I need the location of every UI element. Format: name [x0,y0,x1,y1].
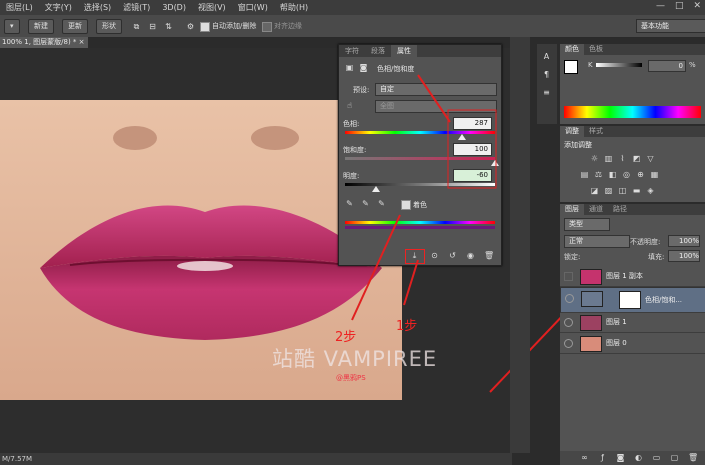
black-white-icon[interactable]: ◧ [608,170,617,179]
layer-thumbnail [580,336,602,352]
hue-sat-icon[interactable]: ▤ [580,170,589,179]
layers-footer: ∞ ƒ ◙ ◐ ▭ ▢ 🗑 [560,451,705,465]
color-balance-icon[interactable]: ⚖ [594,170,603,179]
visibility-toggle[interactable] [564,272,573,281]
adjustments-title: 添加调整 [564,141,592,149]
layer-row[interactable]: 色相/饱和... [560,287,705,313]
opacity-input[interactable]: 100% [668,235,700,247]
properties-panel-icon[interactable]: ≡ [542,88,551,97]
levels-icon[interactable]: ▥ [604,154,613,163]
arrow-step1 [403,259,419,306]
layer-kind-filter[interactable]: 类型 [564,218,610,231]
panel-dock-strip [510,37,530,453]
percent-label: % [689,61,696,69]
layer-row[interactable]: 图层 1 [560,312,705,333]
trash-icon[interactable]: 🗑 [688,453,698,462]
layer-name[interactable]: 图层 1 [606,317,627,327]
invert-icon[interactable]: ◪ [590,186,599,195]
color-panel: 颜色 色板 K 0 % [560,44,705,124]
fill-label: 填充: [648,253,665,261]
brightness-icon[interactable]: ☼ [590,154,599,163]
fill-input[interactable]: 100% [668,250,700,262]
eye-icon[interactable] [565,294,574,303]
layer-name[interactable]: 图层 1 副本 [606,271,643,281]
tab-styles[interactable]: 样式 [584,126,608,137]
tab-paths[interactable]: 路径 [608,204,632,215]
layer-name[interactable]: 色相/饱和... [645,295,682,306]
blend-mode-select[interactable]: 正常 [564,235,630,248]
gradient-map-icon[interactable]: ▬ [632,186,641,195]
layer-row[interactable]: 图层 0 [560,333,705,354]
add-mask-icon[interactable]: ◙ [616,453,625,462]
tab-layers[interactable]: 图层 [560,204,584,215]
adjustments-panel: 调整 样式 添加调整 ☼ ▥ ⌇ ◩ ▽ ▤ ⚖ ◧ ◎ ⊕ ▦ ◪ ▨ ◫ ▬… [560,126,705,202]
new-adjustment-icon[interactable]: ◐ [634,453,643,462]
layer-thumbnail [580,315,602,331]
arrow-to-hue [417,74,451,123]
foreground-swatch[interactable] [564,60,578,74]
vibrance-icon[interactable]: ▽ [646,154,655,163]
layers-panel: 图层 通道 路径 类型 正常 不透明度: 100% 锁定: 填充: 100% 图… [560,204,705,465]
link-icon[interactable]: ∞ [580,453,589,462]
photo-filter-icon[interactable]: ◎ [622,170,631,179]
k-label: K [588,61,593,69]
opacity-label: 不透明度: [630,238,661,246]
new-group-icon[interactable]: ▭ [652,453,661,462]
collapsed-panel-strip: A ¶ ≡ [537,44,557,124]
tab-channels[interactable]: 通道 [584,204,608,215]
arrow-step2 [351,214,401,321]
selective-color-icon[interactable]: ◈ [646,186,655,195]
exposure-icon[interactable]: ◩ [632,154,641,163]
k-input[interactable]: 0 [648,60,686,72]
character-panel-icon[interactable]: A [542,52,551,61]
threshold-icon[interactable]: ◫ [618,186,627,195]
color-lookup-icon[interactable]: ▦ [650,170,659,179]
eye-icon[interactable] [564,339,573,348]
tab-color[interactable]: 颜色 [560,44,584,55]
mask-thumbnail[interactable] [619,291,641,309]
eye-icon[interactable] [564,318,573,327]
layer-name[interactable]: 图层 0 [606,338,627,348]
k-slider[interactable] [596,63,642,67]
channel-mixer-icon[interactable]: ⊕ [636,170,645,179]
posterize-icon[interactable]: ▨ [604,186,613,195]
tab-swatches[interactable]: 色板 [584,44,608,55]
new-layer-icon[interactable]: ▢ [670,453,679,462]
fx-icon[interactable]: ƒ [598,453,607,462]
curves-icon[interactable]: ⌇ [618,154,627,163]
paragraph-panel-icon[interactable]: ¶ [542,70,551,79]
lock-label: 锁定: [564,253,581,261]
layer-row[interactable]: 图层 1 副本 [560,266,705,287]
tab-adjustments[interactable]: 调整 [560,126,584,137]
layer-thumbnail [580,269,602,285]
adjustment-thumbnail [581,291,603,307]
color-ramp[interactable] [564,106,701,118]
